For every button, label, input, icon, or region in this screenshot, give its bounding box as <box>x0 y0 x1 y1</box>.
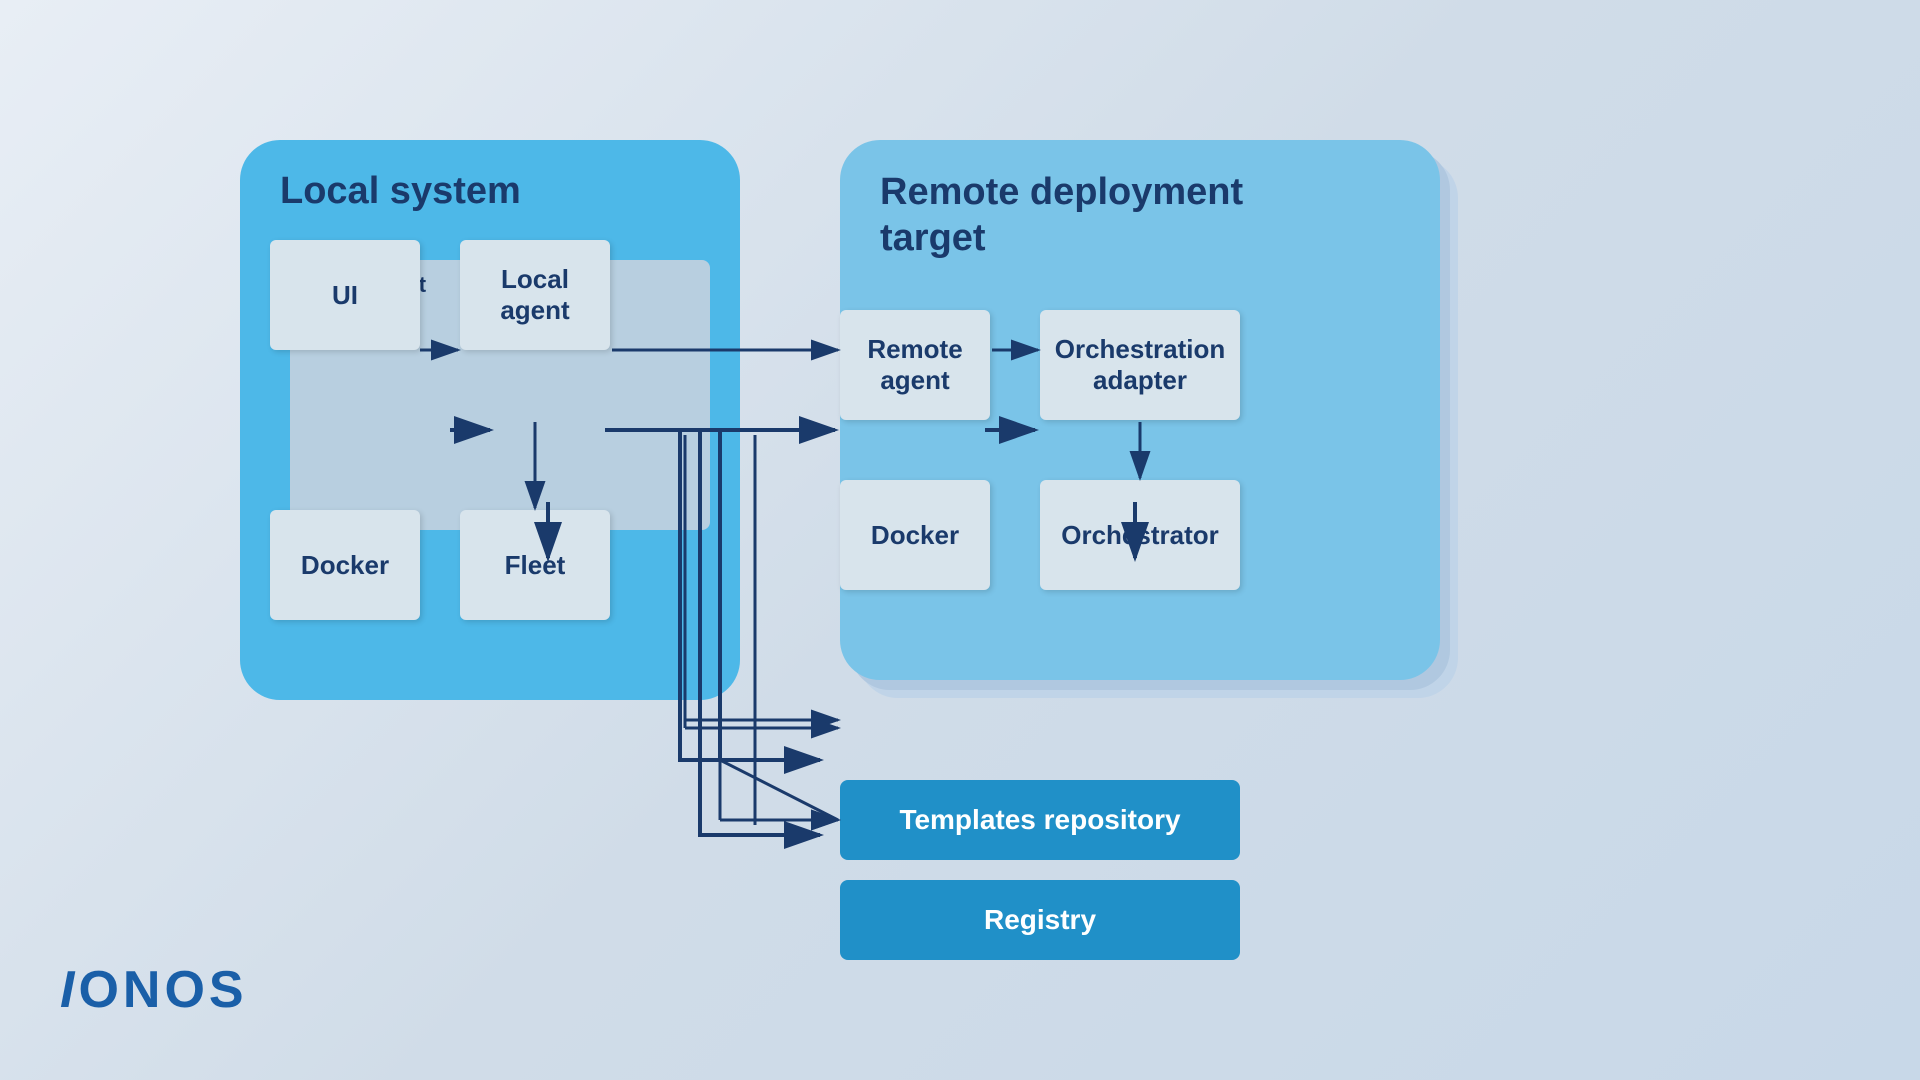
orchestration-adapter-box: Orchestrationadapter <box>1040 310 1240 420</box>
remote-agent-box: Remoteagent <box>840 310 990 420</box>
ionos-i: I <box>60 961 78 1019</box>
orchestrator-box: Orchestrator <box>1040 480 1240 590</box>
ionos-logo: IONOS <box>60 960 248 1020</box>
ionos-text: ONOS <box>78 961 247 1019</box>
local-system-title: Local system <box>260 160 720 213</box>
docker-local-box: Docker <box>270 510 420 620</box>
fleet-box: Fleet <box>460 510 610 620</box>
registry-box: Registry <box>840 880 1240 960</box>
local-agent-label: Localagent <box>500 264 569 326</box>
remote-system-title: Remote deploymenttarget <box>860 160 1420 261</box>
ui-box: UI <box>270 240 420 350</box>
local-agent-box: Localagent <box>460 240 610 350</box>
remote-agent-label: Remoteagent <box>867 334 962 396</box>
docker-remote-box: Docker <box>840 480 990 590</box>
remote-system-container: Remote deploymenttarget <box>840 140 1460 700</box>
templates-repo-box: Templates repository <box>840 780 1240 860</box>
diagram-container: Local system Local client Remote deploym… <box>220 80 1520 980</box>
orchestration-adapter-label: Orchestrationadapter <box>1055 334 1226 396</box>
